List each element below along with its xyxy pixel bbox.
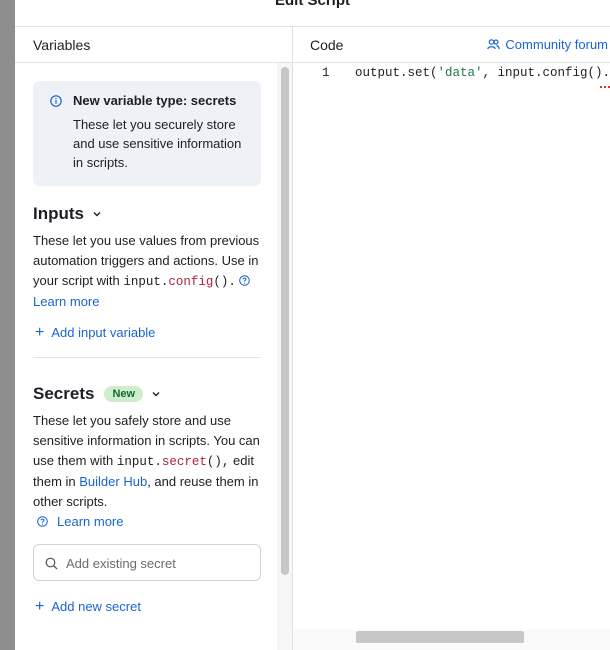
community-forum-label: Community forum — [505, 37, 608, 52]
community-forum-link[interactable]: Community forum — [487, 37, 608, 52]
code-editor[interactable]: 1 output.set('data', input.config().a — [294, 63, 610, 650]
add-new-secret-button[interactable]: + Add new secret — [35, 598, 141, 615]
dialog-title: Edit Script — [274, 0, 350, 9]
left-edge-strip — [0, 0, 15, 650]
plus-icon: + — [35, 324, 45, 341]
inputs-code-parens: (). — [213, 275, 236, 289]
code-header: Code Community forum — [294, 27, 610, 63]
secrets-description: These let you safely store and use sensi… — [33, 411, 265, 512]
chevron-down-icon — [93, 212, 101, 217]
variables-header-label: Variables — [33, 37, 91, 53]
inputs-learn-more-label: Learn more — [33, 294, 100, 309]
code-token: , input.config().a — [482, 66, 610, 80]
error-squiggle — [600, 85, 610, 88]
chevron-down-icon — [152, 392, 160, 397]
inputs-section-toggle[interactable]: Inputs — [33, 204, 102, 224]
code-string-token: 'data' — [437, 66, 483, 80]
builder-hub-link[interactable]: Builder Hub — [79, 474, 147, 489]
edit-script-dialog: Edit Script Variables Code Community for… — [15, 0, 610, 650]
plus-icon: + — [35, 598, 45, 615]
secret-search-input[interactable] — [66, 553, 251, 573]
secrets-code-parens: (), — [206, 455, 230, 469]
secrets-heading: Secrets — [33, 384, 95, 403]
info-callout-body: These let you securely store and use sen… — [73, 117, 242, 170]
secrets-learn-more-label: Learn more — [57, 514, 124, 529]
people-icon — [487, 39, 501, 50]
vertical-scrollbar-thumb[interactable] — [281, 67, 289, 575]
section-divider — [33, 357, 261, 358]
secrets-code-obj: input. — [116, 455, 162, 469]
info-callout-title: New variable type: secrets — [73, 93, 237, 108]
variables-header: Variables — [15, 27, 293, 63]
add-new-secret-label: Add new secret — [51, 599, 141, 614]
code-header-label: Code — [310, 37, 344, 53]
code-line-text: output.set('data', input.config().a — [355, 66, 610, 80]
inputs-code-obj: input. — [123, 275, 169, 289]
secrets-code-fn: secret — [161, 455, 207, 469]
variables-panel: New variable type: secrets These let you… — [15, 63, 293, 650]
inputs-code-fn: config — [168, 275, 214, 289]
secrets-section-toggle[interactable]: Secrets New — [33, 384, 161, 404]
secrets-info-callout: New variable type: secrets These let you… — [33, 81, 261, 186]
add-input-variable-label: Add input variable — [51, 325, 156, 340]
secrets-learn-more-link[interactable]: Learn more — [37, 514, 123, 529]
horizontal-scrollbar-thumb[interactable] — [356, 631, 524, 643]
new-badge: New — [104, 386, 144, 402]
help-circle-icon — [37, 516, 48, 527]
code-token: output.set( — [355, 66, 438, 80]
inputs-heading: Inputs — [33, 204, 84, 223]
line-number: 1 — [322, 66, 330, 80]
help-circle-icon — [239, 275, 251, 286]
info-icon — [50, 95, 62, 107]
column-headers: Variables Code Community forum — [15, 26, 610, 63]
secret-search-field[interactable] — [33, 544, 261, 581]
search-icon — [45, 557, 58, 570]
add-input-variable-button[interactable]: + Add input variable — [35, 324, 156, 341]
inputs-description: These let you use values from previous a… — [33, 231, 265, 312]
